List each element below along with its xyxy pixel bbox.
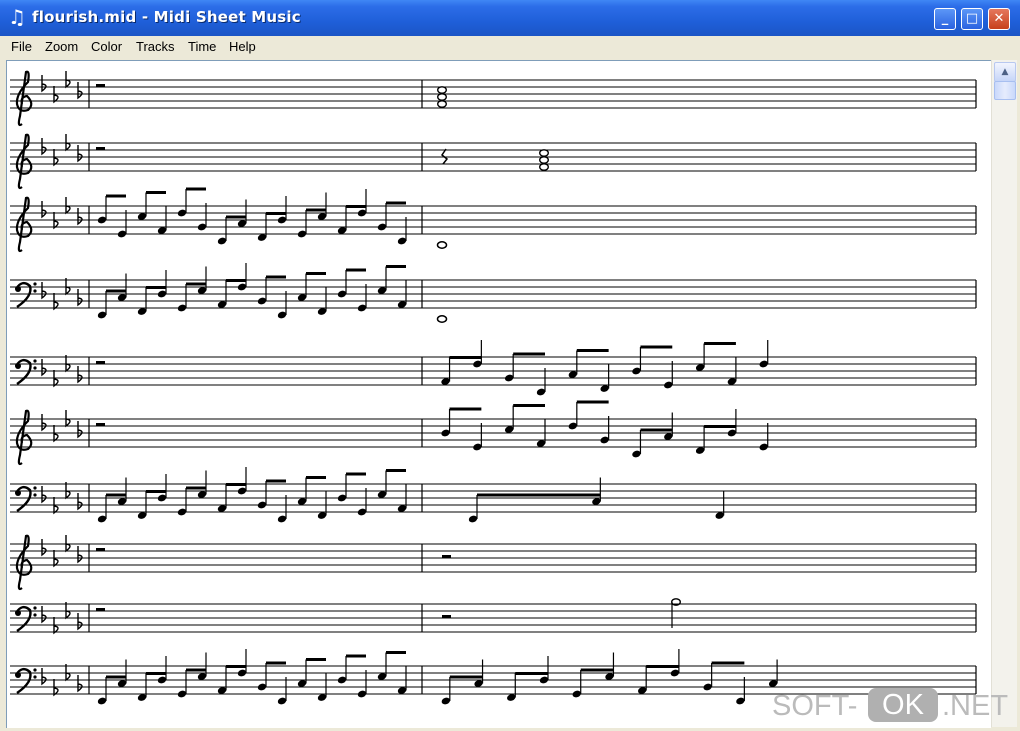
bass-clef-dot [33,493,37,497]
bass-clef-dot [15,610,21,616]
sheet-music-canvas [10,70,977,705]
flat-sign-icon [65,410,71,428]
flat-sign-icon [41,282,47,300]
half-rest [442,555,451,558]
menu-color[interactable]: Color [91,39,122,54]
flat-sign-icon [77,493,83,511]
bass-clef-dot [15,672,21,678]
flat-sign-icon [41,606,47,624]
flat-sign-icon [41,414,47,432]
menu-time[interactable]: Time [188,39,216,54]
whole-rest [96,423,105,426]
flat-sign-icon [77,289,83,307]
flat-sign-icon [77,675,83,693]
watermark-text-right: .NET [942,690,1009,722]
bass-clef-dot [33,282,37,286]
flat-sign-icon [41,75,47,93]
menu-help[interactable]: Help [229,39,256,54]
bass-clef-dot [33,606,37,610]
half-rest [442,615,451,618]
maximize-button[interactable]: □ [961,8,983,30]
flat-sign-icon [65,535,71,553]
flat-sign-icon [41,486,47,504]
bass-clef-dot [33,366,37,370]
flat-sign-icon [41,201,47,219]
bass-clef-dot [15,363,21,369]
bass-clef-dot [33,289,37,293]
music-note-icon: ♫ [8,5,26,29]
flat-sign-icon [77,82,83,100]
app-window: ♫ flourish.mid - Midi Sheet Music _ □ ✕ … [0,0,1020,731]
flat-sign-icon [77,208,83,226]
window-title: flourish.mid - Midi Sheet Music [32,8,301,26]
note-head [437,93,448,101]
flat-sign-icon [41,138,47,156]
menu-tracks[interactable]: Tracks [136,39,175,54]
whole-rest [96,147,105,150]
whole-rest [96,84,105,87]
bass-clef-dot [15,286,21,292]
flat-sign-icon [41,359,47,377]
minimize-button[interactable]: _ [934,8,956,30]
bass-clef-dot [33,486,37,490]
menu-bar: File Zoom Color Tracks Time Help [0,36,1020,58]
scroll-up-arrow-icon[interactable]: ▲ [994,62,1016,82]
flat-sign-icon [41,668,47,686]
menu-zoom[interactable]: Zoom [45,39,78,54]
watermark-text-left: SOFT- [772,690,858,722]
bass-clef-dot [33,675,37,679]
note-head [539,163,550,171]
bass-clef-dot [33,613,37,617]
close-button[interactable]: ✕ [988,8,1010,30]
note-head [436,241,448,249]
bass-clef-dot [33,668,37,672]
menu-file[interactable]: File [11,39,32,54]
flat-sign-icon [77,366,83,384]
flat-sign-icon [77,546,83,564]
whole-rest [96,608,105,611]
watermark-badge: OK [868,688,938,722]
flat-sign-icon [65,134,71,152]
title-bar[interactable]: ♫ flourish.mid - Midi Sheet Music _ □ ✕ [0,0,1020,36]
bass-clef-dot [15,490,21,496]
flat-sign-icon [41,539,47,557]
vertical-scrollbar[interactable]: ▲ [991,60,1017,727]
scroll-thumb[interactable] [994,81,1016,100]
flat-sign-icon [77,145,83,163]
flat-sign-icon [77,613,83,631]
flat-sign-icon [65,71,71,89]
bass-clef-dot [33,359,37,363]
whole-rest [96,548,105,551]
note-head [437,86,448,94]
flat-sign-icon [77,421,83,439]
whole-rest [96,361,105,364]
note-head [539,156,550,164]
note-head [436,315,448,323]
flat-sign-icon [65,197,71,215]
note-head [539,149,550,157]
note-head [437,100,448,108]
